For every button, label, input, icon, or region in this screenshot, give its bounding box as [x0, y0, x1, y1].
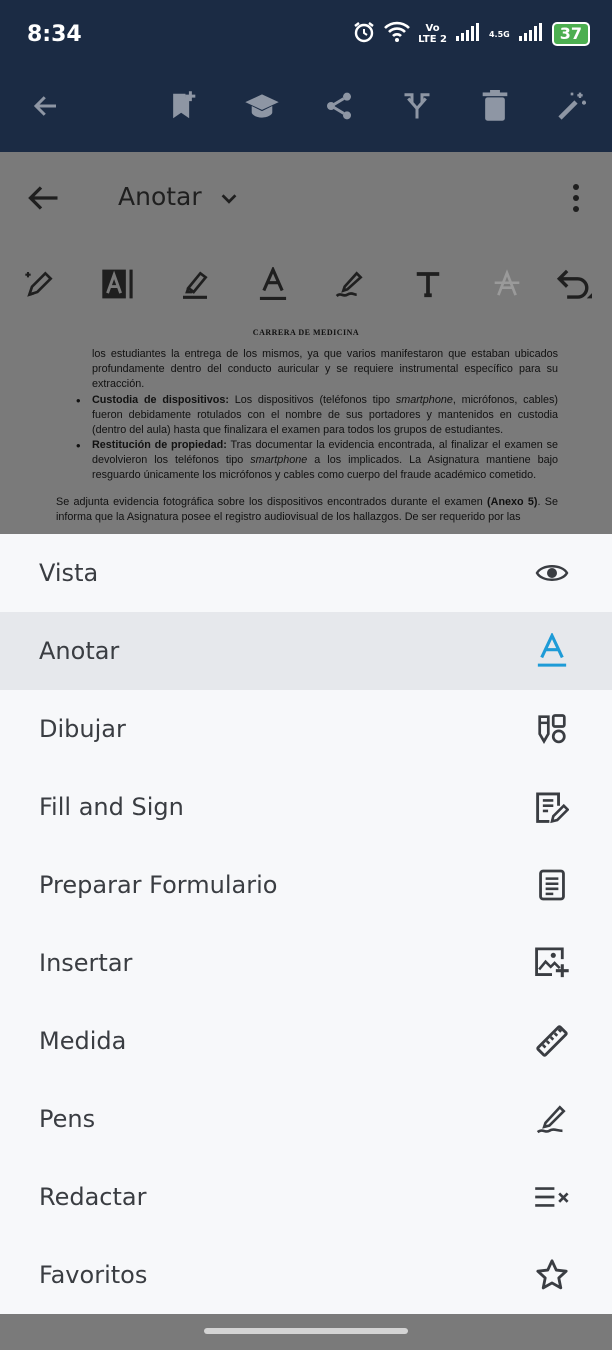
menu-item-label: Vista: [39, 559, 99, 587]
menu-item-favoritos[interactable]: Favoritos: [0, 1236, 612, 1314]
text-icon[interactable]: [408, 264, 448, 304]
menu-item-anotar[interactable]: Anotar: [0, 612, 612, 690]
mode-selector-label[interactable]: Anotar: [118, 182, 202, 211]
menu-item-fill-and-sign[interactable]: Fill and Sign: [0, 768, 612, 846]
strikeout-text-icon: [487, 264, 527, 304]
underline-text-icon[interactable]: [253, 264, 293, 304]
top-bar: 8:34 Vo LTE 2 4.5G 37: [0, 0, 612, 152]
menu-item-preparar-formulario[interactable]: Preparar Formulario: [0, 846, 612, 924]
menu-item-medida[interactable]: Medida: [0, 1002, 612, 1080]
menu-item-label: Insertar: [39, 949, 133, 977]
app-toolbar: [0, 70, 612, 152]
home-gesture-handle[interactable]: [204, 1328, 408, 1334]
alarm-icon: [352, 20, 376, 48]
signal-icon: [455, 22, 481, 46]
text-box-icon[interactable]: [98, 264, 138, 304]
menu-item-label: Redactar: [39, 1183, 147, 1211]
insert-image-icon: [532, 943, 572, 983]
mode-menu-sheet: Vista Anotar Dibujar Fill and Sign Prepa…: [0, 534, 612, 1314]
ruler-icon: [532, 1021, 572, 1061]
annotation-toolbar: [0, 252, 612, 312]
chevron-down-icon[interactable]: [218, 188, 240, 214]
highlighter-icon[interactable]: [175, 264, 215, 304]
menu-item-label: Fill and Sign: [39, 793, 184, 821]
menu-item-vista[interactable]: Vista: [0, 534, 612, 612]
share-icon[interactable]: [319, 86, 359, 126]
document-paragraph: Se adjunta evidencia fotográfica sobre l…: [56, 496, 558, 523]
fill-sign-icon: [532, 787, 572, 827]
navigation-bar: [0, 1314, 612, 1350]
menu-item-label: Preparar Formulario: [39, 871, 278, 899]
merge-icon[interactable]: [397, 86, 437, 126]
document-area: Anotar CARRERA DE MEDICINA los estudiant…: [0, 152, 612, 534]
status-time: 8:34: [27, 22, 82, 47]
menu-item-label: Dibujar: [39, 715, 126, 743]
magic-pen-icon[interactable]: [20, 264, 60, 304]
status-icons: Vo LTE 2 4.5G 37: [352, 20, 590, 48]
menu-item-label: Favoritos: [39, 1261, 148, 1289]
pen-icon: [532, 1099, 572, 1139]
list-item: Restitución de propiedad: Tras documenta…: [76, 438, 558, 483]
eye-icon: [532, 553, 572, 593]
menu-item-dibujar[interactable]: Dibujar: [0, 690, 612, 768]
wifi-icon: [384, 21, 411, 47]
text-a-icon: [532, 631, 572, 671]
document-title: CARRERA DE MEDICINA: [252, 328, 360, 337]
document-page: CARRERA DE MEDICINA los estudiantes la e…: [0, 317, 612, 534]
more-options-icon[interactable]: [566, 182, 586, 218]
battery-indicator: 37: [551, 22, 590, 46]
menu-item-pens[interactable]: Pens: [0, 1080, 612, 1158]
network-type-2: 4.5G: [488, 29, 510, 39]
menu-item-label: Pens: [39, 1105, 96, 1133]
menu-item-insertar[interactable]: Insertar: [0, 924, 612, 1002]
magic-wand-icon[interactable]: [552, 86, 592, 126]
trash-icon[interactable]: [475, 86, 515, 126]
back-arrow-icon[interactable]: [26, 86, 66, 126]
redact-icon: [532, 1177, 572, 1217]
status-bar: 8:34 Vo LTE 2 4.5G 37: [0, 0, 612, 70]
list-item: Custodia de dispositivos: Los dispositiv…: [76, 393, 558, 438]
undo-icon[interactable]: [555, 264, 595, 304]
menu-item-redactar[interactable]: Redactar: [0, 1158, 612, 1236]
form-icon: [532, 865, 572, 905]
star-icon: [532, 1255, 572, 1295]
document-header: Anotar: [0, 152, 612, 242]
document-paragraph: los estudiantes la entrega de los mismos…: [92, 348, 558, 390]
menu-item-label: Anotar: [39, 637, 120, 665]
network-type: Vo LTE 2: [418, 23, 447, 45]
bookmark-add-icon[interactable]: [163, 86, 203, 126]
graduation-cap-icon[interactable]: [242, 86, 282, 126]
draw-shapes-icon: [532, 709, 572, 749]
back-arrow-icon[interactable]: [26, 180, 62, 220]
signal-icon-2: [518, 22, 544, 46]
document-bullet-list: Custodia de dispositivos: Los dispositiv…: [76, 393, 558, 483]
menu-item-label: Medida: [39, 1027, 127, 1055]
freehand-pen-icon[interactable]: [330, 264, 370, 304]
